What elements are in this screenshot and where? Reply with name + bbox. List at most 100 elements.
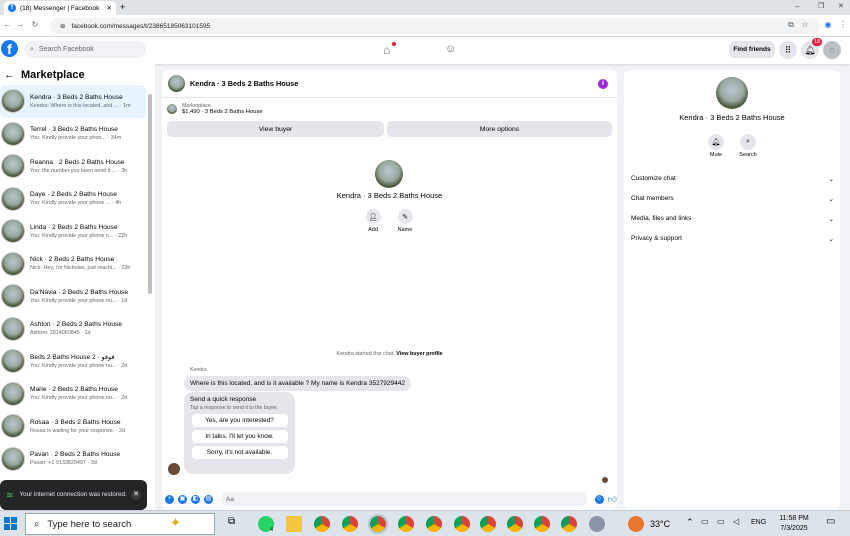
- view-buyer-profile-link[interactable]: View buyer profile: [396, 351, 442, 357]
- conversation-item[interactable]: Da'Navia · 2 Beds 2 Baths House You: Kind…: [0, 280, 146, 313]
- back-icon[interactable]: ←: [2, 20, 12, 32]
- bookmark-star-icon[interactable]: ☆: [800, 20, 810, 32]
- conversation-item[interactable]: Daye · 2 Beds 2 Baths House You: Kindly p…: [0, 183, 146, 216]
- reload-icon[interactable]: ↻: [30, 20, 40, 32]
- quick-response-not-available[interactable]: Sorry, it's not available.: [191, 446, 288, 459]
- quick-response-yes[interactable]: Yes, are you interested?: [191, 414, 288, 427]
- home-icon[interactable]: ⌂: [383, 43, 390, 57]
- quick-response-in-talks[interactable]: In talks. I'll let you know.: [191, 430, 288, 443]
- new-tab-icon[interactable]: +: [120, 2, 125, 12]
- more-options-button[interactable]: More options: [387, 121, 612, 137]
- sender-avatar: [168, 463, 180, 475]
- taskbar-search-input[interactable]: ⌕ Type here to search: [25, 513, 215, 535]
- listing-thumbnail: [167, 104, 177, 114]
- menu-grid-icon[interactable]: ⠿: [779, 41, 797, 59]
- facebook-logo-icon[interactable]: f: [1, 40, 18, 57]
- chrome-icon[interactable]: [368, 514, 388, 534]
- chrome-icon[interactable]: [454, 516, 470, 532]
- section-privacy-support[interactable]: Privacy & support ⌄: [631, 235, 834, 243]
- search-action[interactable]: ⌕ Search: [733, 134, 763, 158]
- task-view-icon[interactable]: ⧉: [228, 516, 235, 527]
- window-close-icon[interactable]: ✕: [838, 2, 844, 10]
- section-customize-chat[interactable]: Customize chat ⌄: [631, 175, 834, 183]
- conversation-item[interactable]: Nick · 2 Beds 2 Baths House Nick: Hey, i'…: [0, 248, 146, 281]
- conversation-name: Ashton · 2 Beds 2 Baths House: [30, 321, 123, 329]
- clock[interactable]: 11:58 PM 7/3/2025: [770, 514, 818, 534]
- windows-start-icon[interactable]: [4, 517, 17, 530]
- message-bubble[interactable]: Where is this located, and is it availab…: [184, 376, 411, 391]
- chat-header-thumbnail[interactable]: [168, 75, 185, 92]
- conversation-item[interactable]: Reanna · 2 Beds 2 Baths House You: the nu…: [0, 150, 146, 183]
- sticker-icon[interactable]: ◧: [191, 494, 200, 504]
- facebook-search-input[interactable]: ⌕ Search Facebook: [24, 41, 146, 58]
- find-friends-button[interactable]: Find friends: [729, 41, 775, 58]
- url-input[interactable]: ⊜ facebook.com/messages/t/23865185063101…: [50, 18, 820, 34]
- chrome-icon[interactable]: [426, 516, 442, 532]
- sidebar-scrollbar[interactable]: [148, 94, 152, 294]
- conversation-item[interactable]: Marie · 2 Beds 2 Baths House You: Kindly …: [0, 378, 146, 411]
- conversation-item[interactable]: Pavan · 2 Beds 2 Baths House Pavan: +1 91…: [0, 443, 146, 476]
- restore-icon[interactable]: ❐: [818, 2, 824, 10]
- section-media-files-links[interactable]: Media, files and links ⌄: [631, 215, 834, 223]
- thumbs-up-icon[interactable]: 👍︎: [608, 494, 617, 505]
- temperature[interactable]: 33°C: [650, 519, 670, 529]
- notification-center-icon[interactable]: ▭: [826, 516, 835, 527]
- volume-icon[interactable]: ◁: [733, 517, 739, 526]
- message-input[interactable]: Aa: [221, 492, 587, 506]
- chrome-icon[interactable]: [507, 516, 523, 532]
- forward-icon[interactable]: →: [15, 20, 25, 32]
- chrome-icon[interactable]: [561, 516, 577, 532]
- system-tray-icon[interactable]: ▭: [701, 517, 709, 526]
- chat-title[interactable]: Kendra · 3 Beds 2 Baths House: [190, 79, 298, 88]
- site-info-icon[interactable]: ⊜: [60, 22, 65, 30]
- conversation-info-icon[interactable]: i: [598, 79, 608, 89]
- browser-menu-icon[interactable]: ⋮: [838, 20, 848, 32]
- profile-icon[interactable]: ◉: [823, 20, 833, 32]
- install-app-icon[interactable]: ⧉: [786, 20, 796, 32]
- close-tab-icon[interactable]: ✕: [107, 4, 112, 12]
- minimize-icon[interactable]: –: [795, 2, 799, 11]
- groups-icon[interactable]: ☺: [445, 43, 456, 55]
- conversation-item[interactable]: Linda · 2 Beds 2 Baths House You: Kindly …: [0, 215, 146, 248]
- conversation-item[interactable]: Beds 2 Baths House 2 · فوفو You: Kindly p…: [0, 345, 146, 378]
- section-chat-members[interactable]: Chat members ⌄: [631, 195, 834, 203]
- browser-tab[interactable]: f (18) Messenger | Facebook ✕: [4, 1, 116, 15]
- bell-icon[interactable]: 🔔︎: [708, 134, 724, 150]
- search-highlights-icon[interactable]: ✦: [170, 515, 181, 531]
- weather-icon[interactable]: [628, 516, 644, 532]
- chrome-icon[interactable]: [314, 516, 330, 532]
- conversation-item[interactable]: Ashton · 2 Beds 2 Baths House Ashton: 281…: [0, 313, 146, 346]
- chat-started-notice: Kendra started this chat. View buyer pro…: [162, 351, 617, 357]
- conversation-item[interactable]: Rosaa · 3 Beds 2 Baths House Rosaa is wai…: [0, 410, 146, 443]
- chevron-up-icon[interactable]: ⌃: [686, 517, 694, 528]
- conversation-item[interactable]: Terrel · 3 Beds 2 Baths House You: Kindly…: [0, 118, 146, 151]
- magnifier-icon[interactable]: ⌕: [740, 134, 756, 150]
- section-label: Chat members: [631, 195, 674, 202]
- pencil-icon[interactable]: ✎: [397, 209, 413, 224]
- listing-summary[interactable]: Marketplace $1,490 · 3 Beds 2 Baths Hous…: [167, 103, 263, 115]
- app-icon[interactable]: [589, 516, 605, 532]
- chrome-icon[interactable]: [398, 516, 414, 532]
- emoji-icon[interactable]: ☺: [594, 494, 604, 504]
- conversation-snippet: Kendra: Where is this located, and ... ·…: [30, 102, 131, 109]
- name-action[interactable]: ✎ Name: [390, 209, 420, 233]
- conversation-item[interactable]: Kendra · 3 Beds 2 Baths House Kendra: Whe…: [0, 85, 146, 118]
- chrome-icon[interactable]: [534, 516, 550, 532]
- view-buyer-button[interactable]: View buyer: [167, 121, 384, 137]
- chrome-icon[interactable]: [342, 516, 358, 532]
- add-action[interactable]: 👤︎ Add: [358, 209, 388, 233]
- file-explorer-icon[interactable]: [286, 516, 302, 532]
- listing-thumbnail: [1, 381, 25, 406]
- toast-close-icon[interactable]: ✕: [131, 490, 141, 500]
- back-arrow-icon[interactable]: ←: [4, 69, 15, 81]
- chrome-icon[interactable]: [480, 516, 496, 532]
- account-avatar[interactable]: ◌: [823, 41, 841, 59]
- add-person-icon[interactable]: 👤︎: [365, 209, 381, 224]
- language-indicator[interactable]: ENG: [751, 519, 766, 526]
- photo-icon[interactable]: ▣: [178, 494, 187, 504]
- battery-icon[interactable]: ▭: [717, 517, 725, 526]
- plus-icon[interactable]: +: [165, 494, 174, 504]
- mute-action[interactable]: 🔔︎ Mute: [701, 134, 731, 158]
- conversation-snippet: You: Kindly provide your phon... · 34m: [30, 135, 122, 142]
- gif-icon[interactable]: ▤: [204, 494, 213, 504]
